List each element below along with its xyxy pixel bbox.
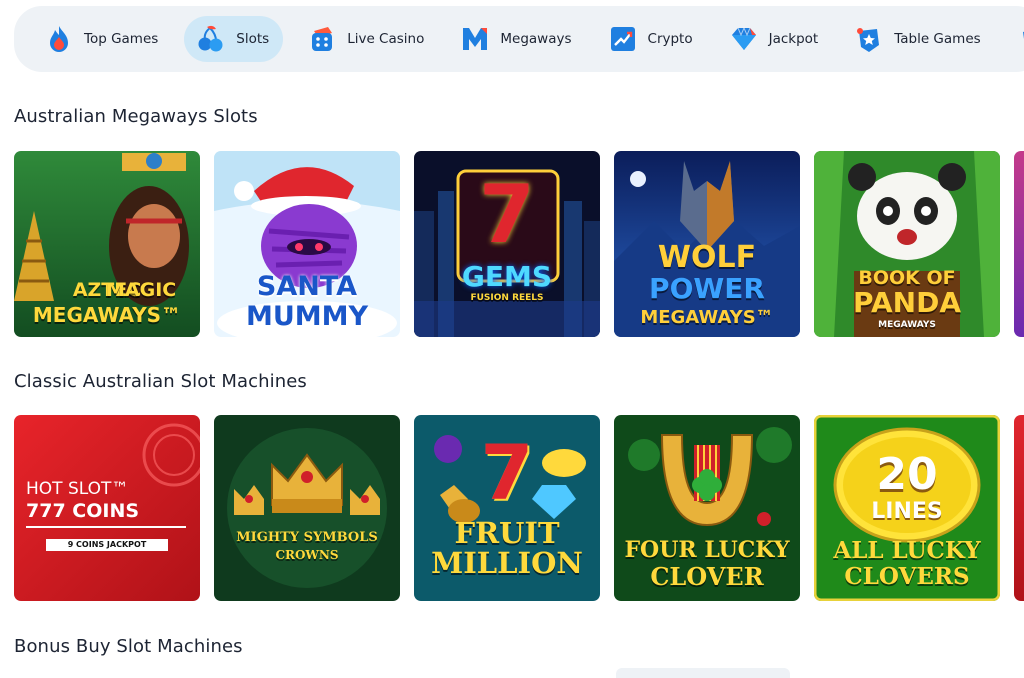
game-title: PANDA xyxy=(853,286,961,319)
partial-icon xyxy=(1011,24,1024,54)
game-tile-santa-mummy[interactable]: SANTA MUMMY xyxy=(214,151,400,337)
nav-item-live-casino[interactable]: Live Casino xyxy=(307,16,424,62)
game-title: MUMMY xyxy=(245,301,369,332)
megaways-m-icon xyxy=(460,24,490,54)
game-tile-book-of-panda[interactable]: BOOK OF PANDA MEGAWAYS xyxy=(814,151,1000,337)
nav-item-label: Jackpot xyxy=(768,31,819,47)
game-subtitle: CROWNS xyxy=(275,548,339,562)
nav-item-label: Table Games xyxy=(894,31,981,47)
nav-item-slots[interactable]: Slots xyxy=(184,16,284,62)
games-row: AZTEC MAGIC MEGAWAYS™ SANTA MUMMY 7 GEMS… xyxy=(14,151,1024,337)
nav-item-overflow[interactable] xyxy=(1011,16,1024,62)
flame-icon xyxy=(44,24,74,54)
next-game-peek[interactable] xyxy=(1014,151,1024,337)
card-star-icon xyxy=(854,24,884,54)
game-title: HOT SLOT™ xyxy=(26,479,129,499)
nav-item-table-games[interactable]: Table Games xyxy=(854,16,981,62)
game-tile-four-lucky-clover[interactable]: FOUR LUCKY CLOVER xyxy=(614,415,800,601)
game-tile-aztec-magic[interactable]: AZTEC MAGIC MEGAWAYS™ xyxy=(14,151,200,337)
game-title: 777 COINS xyxy=(26,500,140,522)
section-title: Australian Megaways Slots xyxy=(14,106,258,127)
game-subtitle: MEGAWAYS™ xyxy=(640,307,774,328)
game-tile-wolf-power[interactable]: WOLF POWER MEGAWAYS™ xyxy=(614,151,800,337)
nav-item-label: Live Casino xyxy=(347,31,425,47)
section-title: Bonus Buy Slot Machines xyxy=(14,636,243,657)
game-tile-mighty-symbols-crowns[interactable]: MIGHTY SYMBOLS CROWNS xyxy=(214,415,400,601)
next-game-peek[interactable] xyxy=(1014,415,1024,601)
category-nav: Top Games Slots Live Casino Megaways Cry… xyxy=(14,6,1024,72)
game-artwork xyxy=(214,415,400,601)
game-tile-hot-slot-777-coins[interactable]: HOT SLOT™ 777 COINS 9 COINS JACKPOT xyxy=(14,415,200,601)
game-tile-7-gems[interactable]: 7 GEMS FUSION REELS xyxy=(414,151,600,337)
game-title: MILLION xyxy=(431,546,583,580)
game-title: POWER xyxy=(649,272,765,305)
nav-item-top-games[interactable]: Top Games xyxy=(44,16,158,62)
nav-item-label: Slots xyxy=(236,31,270,47)
game-title-number: 20 xyxy=(876,449,938,500)
game-subtitle: 9 COINS JACKPOT xyxy=(67,540,147,549)
games-row: HOT SLOT™ 777 COINS 9 COINS JACKPOT MIGH… xyxy=(14,415,1024,601)
bonus-buy-row-placeholder xyxy=(616,668,790,678)
game-tile-fruit-million[interactable]: 7 FRUIT MILLION xyxy=(414,415,600,601)
nav-item-megaways[interactable]: Megaways xyxy=(460,16,572,62)
diamond-icon xyxy=(729,24,759,54)
section-title: Classic Australian Slot Machines xyxy=(14,371,307,392)
game-tile-all-lucky-clovers[interactable]: 20 LINES ALL LUCKY CLOVERS xyxy=(814,415,1000,601)
cherries-icon xyxy=(196,24,226,54)
game-subtitle: MEGAWAYS™ xyxy=(32,303,182,327)
nav-item-label: Top Games xyxy=(84,31,159,47)
game-subtitle: LINES xyxy=(871,499,943,524)
game-subtitle: FUSION REELS xyxy=(470,293,544,303)
game-title: FOUR LUCKY xyxy=(624,537,790,563)
crypto-chart-icon xyxy=(608,24,638,54)
nav-item-crypto[interactable]: Crypto xyxy=(608,16,693,62)
nav-item-label: Megaways xyxy=(500,31,572,47)
nav-item-label: Crypto xyxy=(647,31,693,47)
game-title: CLOVER xyxy=(650,562,764,591)
nav-item-jackpot[interactable]: Jackpot xyxy=(729,16,819,62)
game-title: WOLF xyxy=(657,240,757,275)
game-title: MAGIC xyxy=(106,279,177,301)
game-title-number: 7 xyxy=(480,428,534,517)
game-title: GEMS xyxy=(461,260,553,293)
game-title: FRUIT xyxy=(454,516,560,550)
game-title-number: 7 xyxy=(479,168,535,261)
game-title: CLOVERS xyxy=(844,563,970,590)
dice-icon xyxy=(307,24,337,54)
game-subtitle: MEGAWAYS xyxy=(878,320,936,330)
game-title: ALL LUCKY xyxy=(833,537,981,564)
game-title: SANTA xyxy=(256,271,358,302)
game-title: MIGHTY SYMBOLS xyxy=(236,530,378,545)
